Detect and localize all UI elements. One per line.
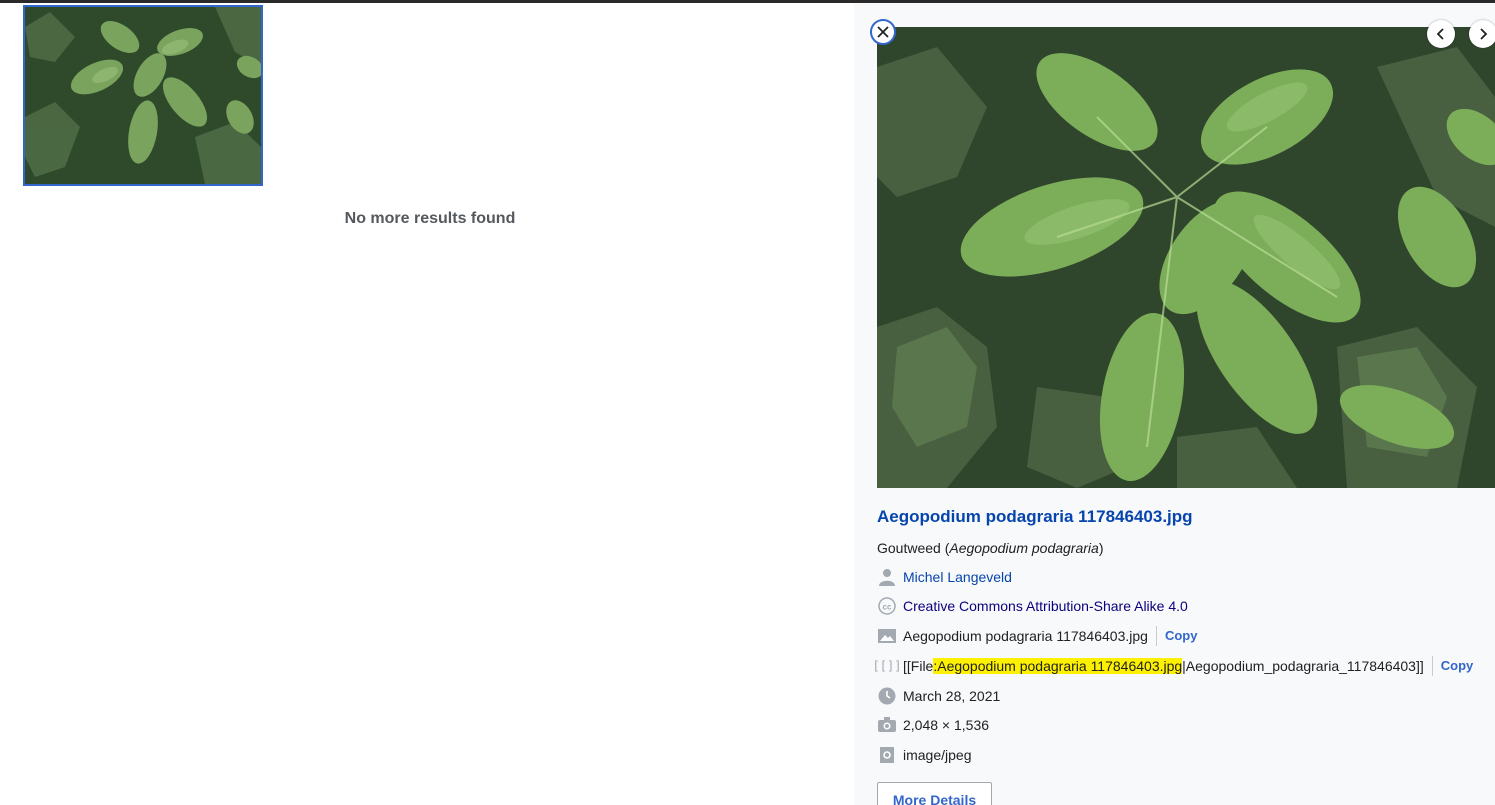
wikitext-suffix: |Aegopodium_podagraria_117846403]] xyxy=(1182,658,1424,674)
license-row: cc Creative Commons Attribution-Share Al… xyxy=(877,595,1188,617)
filename-text: Aegopodium podagraria 117846403.jpg xyxy=(903,628,1148,644)
close-button[interactable] xyxy=(870,19,896,45)
result-thumbnail[interactable] xyxy=(23,5,263,186)
wikitext-prefix: [[File xyxy=(903,658,934,674)
filename-row: Aegopodium podagraria 117846403.jpg Copy xyxy=(877,625,1197,647)
preview-image xyxy=(877,27,1495,488)
clock-icon xyxy=(877,686,897,706)
leaf-photo xyxy=(877,27,1495,488)
description-prefix: Goutweed ( xyxy=(877,540,950,556)
author-link[interactable]: Michel Langeveld xyxy=(903,569,1012,585)
description-suffix: ) xyxy=(1098,540,1104,556)
user-icon xyxy=(877,567,897,587)
chevron-right-icon xyxy=(1480,28,1488,40)
more-details-button[interactable]: More Details xyxy=(877,782,992,805)
chevron-left-icon xyxy=(1436,28,1444,40)
svg-text:cc: cc xyxy=(883,603,892,612)
no-more-results: No more results found xyxy=(344,210,516,227)
previous-button[interactable] xyxy=(1427,20,1455,48)
next-button[interactable] xyxy=(1469,20,1495,48)
file-title-link[interactable]: Aegopodium podagraria 117846403.jpg xyxy=(877,507,1193,527)
date-row: March 28, 2021 xyxy=(877,685,1000,707)
copy-filename-button[interactable]: Copy xyxy=(1155,626,1197,646)
close-icon xyxy=(877,26,889,38)
mime-row: image/jpeg xyxy=(877,744,972,766)
dimensions-text: 2,048 × 1,536 xyxy=(903,717,990,733)
search-results: No more results found xyxy=(0,3,854,805)
copy-wikitext-button[interactable]: Copy xyxy=(1431,656,1473,676)
dimensions-row: 2,048 × 1,536 xyxy=(877,714,989,736)
author-row: Michel Langeveld xyxy=(877,566,1012,588)
wikitext-highlight: :Aegopodium podagraria 117846403.jpg xyxy=(933,658,1183,674)
detail-panel: Aegopodium podagraria 117846403.jpg Gout… xyxy=(854,3,1495,805)
license-link[interactable]: Creative Commons Attribution-Share Alike… xyxy=(903,598,1188,614)
image-icon xyxy=(877,626,897,646)
mime-text: image/jpeg xyxy=(903,747,972,763)
cc-icon: cc xyxy=(877,596,897,616)
date-text: March 28, 2021 xyxy=(903,688,1001,704)
description-taxon: Aegopodium podagraria xyxy=(949,540,1099,556)
thumbnail-image xyxy=(25,7,261,184)
file-description: Goutweed (Aegopodium podagraria) xyxy=(877,540,1104,556)
file-settings-icon xyxy=(877,745,897,765)
wikitext-row: [[]] [[File:Aegopodium podagraria 117846… xyxy=(872,655,1473,677)
wikitext-icon: [[]] xyxy=(872,659,902,673)
camera-icon xyxy=(877,715,897,735)
